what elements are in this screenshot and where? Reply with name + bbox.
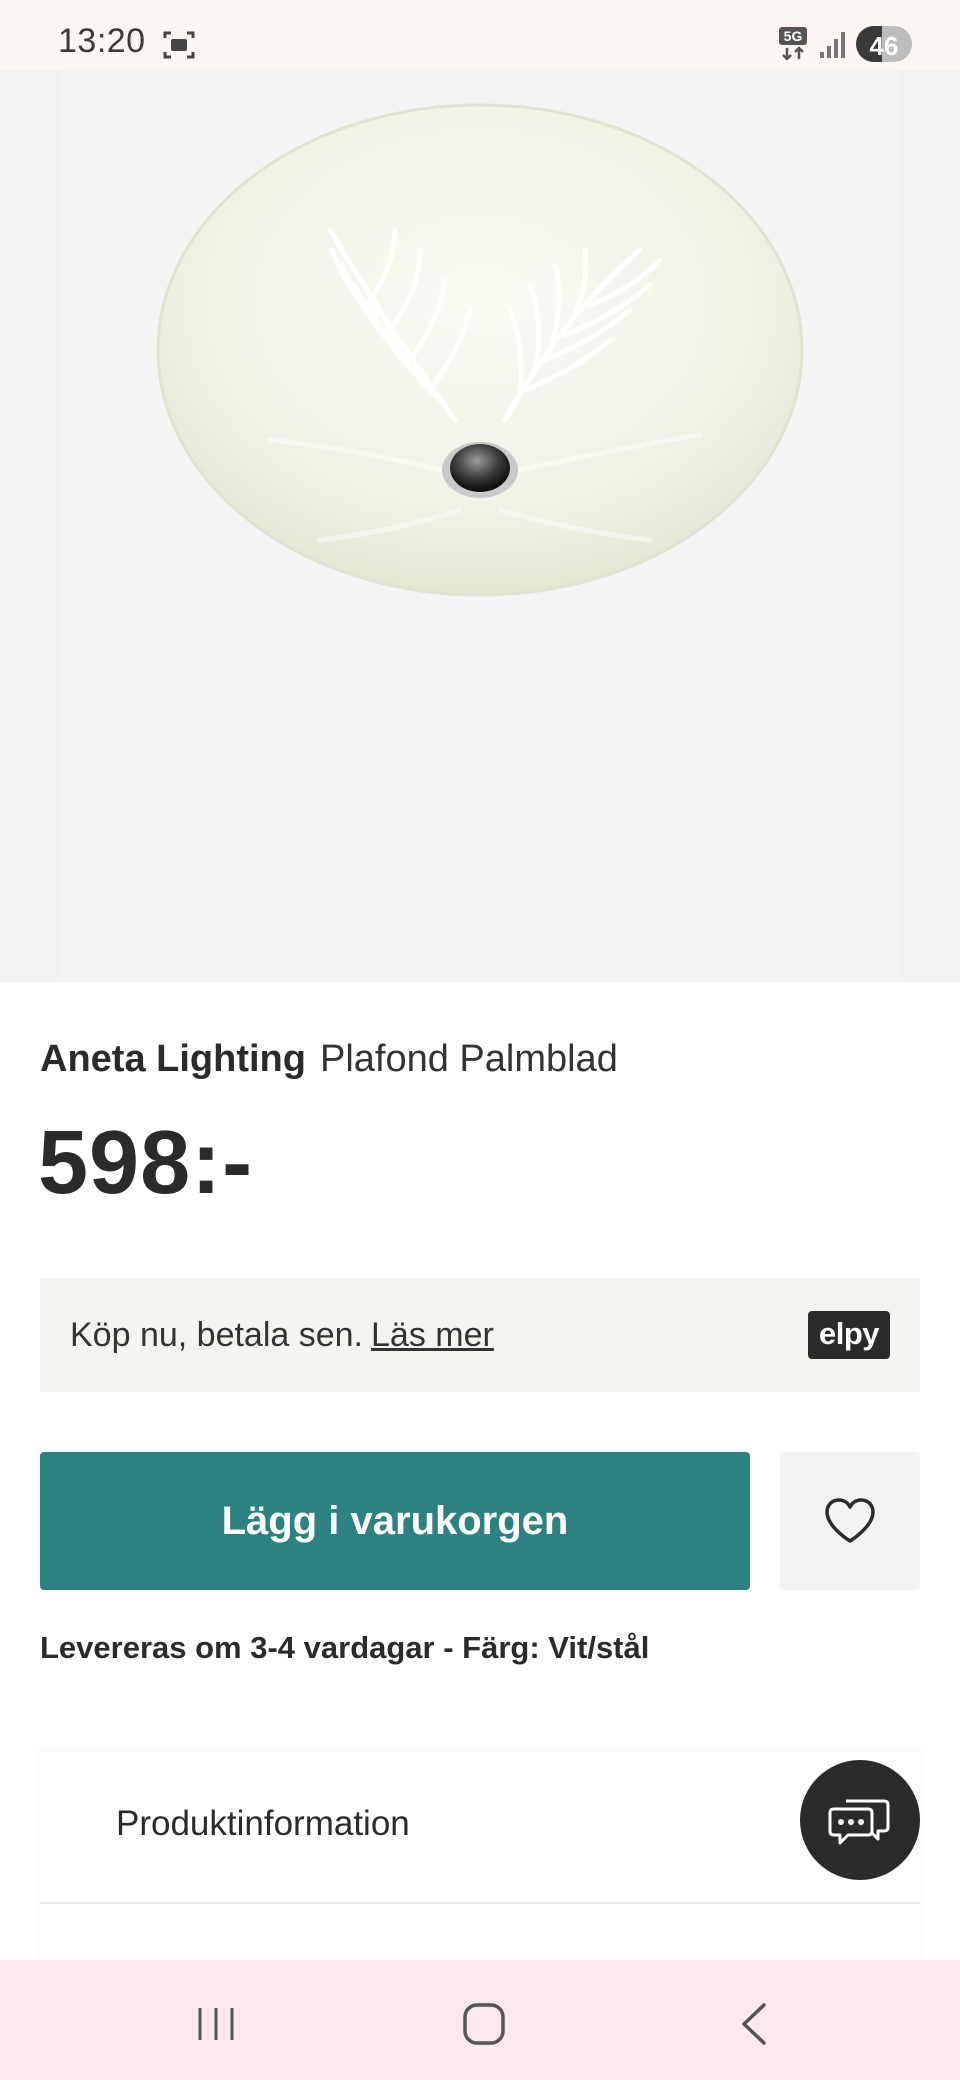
delivery-info: Levereras om 3-4 vardagar - Färg: Vit/st…	[40, 1630, 650, 1665]
add-to-cart-button[interactable]: Lägg i varukorgen	[40, 1452, 750, 1590]
5g-label: 5G	[784, 28, 803, 44]
chat-button[interactable]	[800, 1760, 920, 1880]
status-time: 13:20	[58, 22, 146, 60]
chat-icon	[828, 1799, 890, 1845]
signal-icon	[820, 32, 845, 58]
product-price: 598:-	[38, 1113, 254, 1213]
accordion-item-produktinformation[interactable]: Produktinformation	[40, 1752, 920, 1904]
5g-icon: 5G	[779, 27, 807, 60]
pay-later-banner: Köp nu, betala sen. Läs mer elpy	[40, 1278, 920, 1392]
battery-level: 46	[869, 31, 899, 61]
heart-icon	[825, 1498, 875, 1543]
wishlist-button[interactable]	[780, 1452, 920, 1590]
pay-later-text: Köp nu, betala sen.	[70, 1316, 364, 1354]
product-title: Aneta Lighting Plafond Palmblad	[40, 1038, 618, 1081]
screenshot-icon	[163, 31, 195, 59]
pay-later-text-wrap: Köp nu, betala sen. Läs mer	[70, 1316, 494, 1355]
recent-apps-icon[interactable]	[196, 2004, 236, 2044]
ceiling-lamp-illustration	[0, 70, 960, 982]
read-more-link[interactable]: Läs mer	[371, 1316, 494, 1354]
home-icon[interactable]	[462, 2002, 506, 2046]
product-brand[interactable]: Aneta Lighting	[40, 1038, 306, 1080]
back-icon[interactable]	[736, 2002, 772, 2046]
product-accordion: Produktinformation	[40, 1752, 920, 1960]
elpy-logo: elpy	[808, 1311, 890, 1359]
accordion-label: Produktinformation	[116, 1804, 410, 1843]
product-name: Plafond Palmblad	[319, 1038, 618, 1080]
product-image[interactable]	[0, 70, 960, 982]
battery-icon: 46	[856, 26, 912, 62]
status-bar: 13:20 5G 46	[0, 0, 960, 70]
navigation-bar	[0, 1960, 960, 2080]
